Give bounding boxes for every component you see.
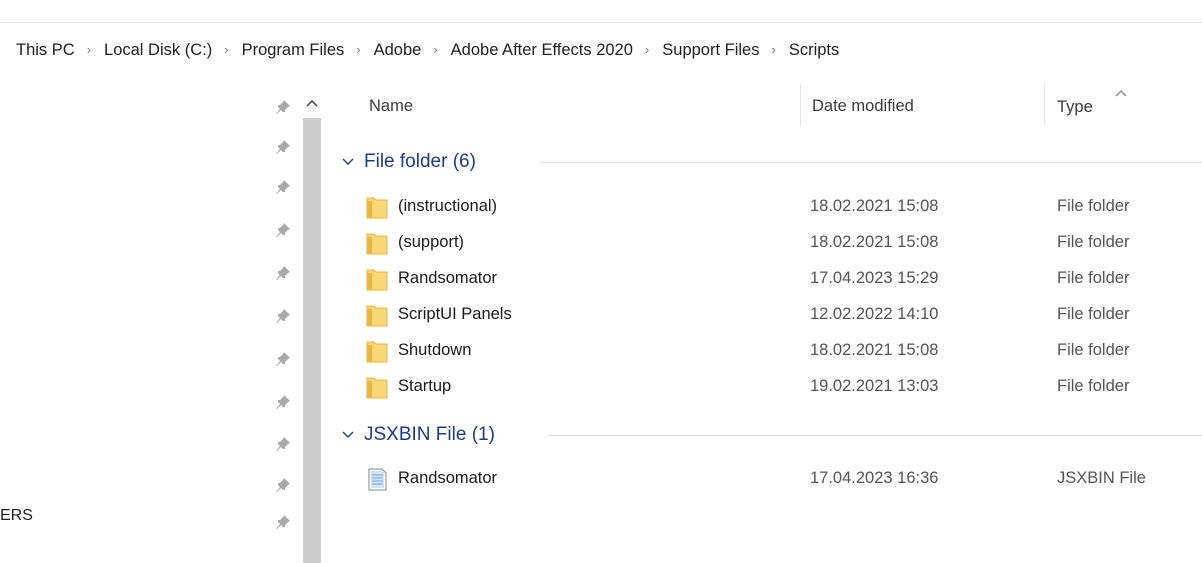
column-header-name[interactable]: Name [369,97,413,116]
item-date: 17.04.2023 15:29 [810,269,939,287]
breadcrumb-adobe[interactable]: Adobe [374,41,422,60]
group-header-file-folder[interactable]: File folder (6) [340,148,476,176]
chevron-down-icon[interactable] [340,427,356,443]
scroll-up-arrow-icon[interactable] [303,92,321,114]
nav-pane-item[interactable]: ERS [0,507,33,525]
column-divider[interactable] [1044,84,1045,126]
item-type: File folder [1057,377,1130,395]
item-date: 18.02.2021 15:08 [810,341,939,359]
item-name[interactable]: Randsomator [398,469,497,488]
pin-icon[interactable] [272,136,294,158]
nav-pane-scrollbar-thumb[interactable] [303,118,321,563]
group-header-jsxbin-file[interactable]: JSXBIN File (1) [340,421,495,449]
pin-icon[interactable] [272,305,294,327]
file-icon [368,468,387,491]
item-date: 18.02.2021 15:08 [810,233,939,251]
column-divider[interactable] [800,84,801,126]
item-date: 12.02.2022 14:10 [810,305,939,323]
item-name[interactable]: Shutdown [398,341,471,360]
pin-icon[interactable] [272,348,294,370]
item-date: 17.04.2023 16:36 [810,469,939,487]
chevron-right-icon[interactable]: › [224,42,228,57]
item-name[interactable]: Randsomator [398,269,497,288]
folder-icon [366,269,388,291]
item-type: JSXBIN File [1057,469,1146,487]
item-name[interactable]: Startup [398,377,451,396]
folder-icon [366,341,388,363]
item-type: File folder [1057,305,1130,323]
group-title: JSXBIN File (1) [364,424,495,445]
item-type: File folder [1057,197,1130,215]
pin-icon[interactable] [272,514,294,530]
group-divider [548,435,1202,436]
column-header-type[interactable]: Type [1057,98,1093,117]
chevron-down-icon[interactable] [340,154,356,170]
list-item[interactable]: (instructional) 18.02.2021 15:08 File fo… [360,190,1202,224]
folder-icon [366,233,388,255]
group-divider [540,162,1202,163]
list-item[interactable]: (support) 18.02.2021 15:08 File folder [360,226,1202,260]
pin-icon[interactable] [272,219,294,241]
list-item[interactable]: Randsomator 17.04.2023 16:36 JSXBIN File [360,462,1202,496]
breadcrumb-local-disk[interactable]: Local Disk (C:) [104,41,212,60]
chevron-right-icon[interactable]: › [771,42,775,57]
pin-icon[interactable] [272,262,294,284]
item-name[interactable]: ScriptUI Panels [398,305,512,324]
column-header-date-modified[interactable]: Date modified [812,97,914,116]
item-type: File folder [1057,269,1130,287]
item-date: 18.02.2021 15:08 [810,197,939,215]
list-item[interactable]: Randsomator 17.04.2023 15:29 File folder [360,262,1202,296]
chevron-right-icon[interactable]: › [433,42,437,57]
group-title: File folder (6) [364,151,476,172]
breadcrumb-support-files[interactable]: Support Files [662,41,759,60]
sort-ascending-icon [1115,82,1127,102]
title-bar-area [0,0,1202,14]
pin-icon[interactable] [272,433,294,455]
item-type: File folder [1057,233,1130,251]
folder-icon [366,305,388,327]
toolbar-divider [0,22,1202,23]
breadcrumb-scripts[interactable]: Scripts [789,41,839,60]
pin-icon[interactable] [272,96,294,118]
list-item[interactable]: Startup 19.02.2021 13:03 File folder [360,370,1202,404]
item-name[interactable]: (support) [398,233,464,252]
folder-icon [366,377,388,399]
item-name[interactable]: (instructional) [398,197,497,216]
pin-icon[interactable] [272,474,294,496]
breadcrumb: This PC › Local Disk (C:) › Program File… [16,38,839,62]
pin-icon[interactable] [272,176,294,198]
list-item[interactable]: Shutdown 18.02.2021 15:08 File folder [360,334,1202,368]
chevron-right-icon[interactable]: › [356,42,360,57]
breadcrumb-this-pc[interactable]: This PC [16,41,75,60]
chevron-right-icon[interactable]: › [87,42,91,57]
breadcrumb-program-files[interactable]: Program Files [242,41,345,60]
pin-icon[interactable] [272,391,294,413]
breadcrumb-after-effects[interactable]: Adobe After Effects 2020 [451,41,633,60]
item-date: 19.02.2021 13:03 [810,377,939,395]
folder-icon [366,197,388,219]
chevron-right-icon[interactable]: › [645,42,649,57]
list-item[interactable]: ScriptUI Panels 12.02.2022 14:10 File fo… [360,298,1202,332]
item-type: File folder [1057,341,1130,359]
